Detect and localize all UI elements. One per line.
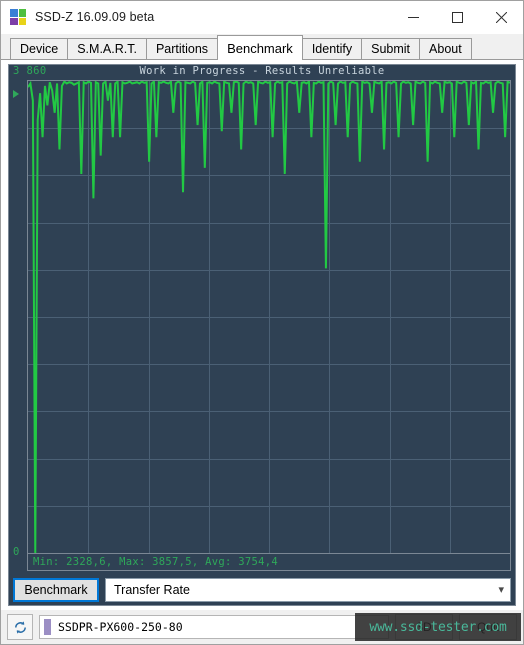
- minimize-icon[interactable]: [391, 1, 435, 33]
- plot-wrapper: 0: [13, 80, 511, 558]
- tab-device[interactable]: Device: [10, 38, 69, 59]
- tab-benchmark[interactable]: Benchmark: [217, 35, 303, 60]
- graph-title: Work in Progress - Results Unreliable: [139, 65, 385, 77]
- device-name-field[interactable]: SSDPR-PX600-250-80: [39, 615, 389, 639]
- tab-partitions[interactable]: Partitions: [145, 38, 219, 59]
- device-name-text: SSDPR-PX600-250-80: [58, 620, 183, 634]
- benchmark-controls: Benchmark Transfer Rate ▾: [13, 577, 511, 603]
- stats-bar: Min: 2328,6, Max: 3857,5, Avg: 3754,4: [27, 554, 511, 571]
- tab-smart[interactable]: S.M.A.R.T.: [67, 38, 147, 59]
- refresh-icon[interactable]: [7, 614, 33, 640]
- play-triangle-icon: [13, 90, 19, 98]
- tab-submit[interactable]: Submit: [361, 38, 421, 59]
- chevron-down-icon: ▾: [498, 583, 504, 596]
- benchmark-mode-select[interactable]: Transfer Rate ▾: [105, 578, 511, 602]
- app-window: SSD-Z 16.09.09 beta Device S.M.A.R.T. Pa…: [0, 0, 524, 645]
- maximize-icon[interactable]: [435, 1, 479, 33]
- quit-button[interactable]: Quit: [459, 614, 517, 640]
- stats-text: Min: 2328,6, Max: 3857,5, Avg: 3754,4: [33, 556, 278, 568]
- y-axis-min-label: 0: [13, 546, 20, 558]
- benchmark-mode-value: Transfer Rate: [114, 583, 190, 597]
- graph-header: 3 860 Work in Progress - Results Unrelia…: [9, 65, 515, 80]
- window-controls: [391, 1, 523, 33]
- tab-identify[interactable]: Identify: [301, 38, 363, 59]
- close-icon[interactable]: [479, 1, 523, 33]
- benchmark-run-button[interactable]: Benchmark: [13, 578, 99, 602]
- transfer-rate-trace: [28, 81, 510, 553]
- 3d-button[interactable]: 3D: [395, 614, 453, 640]
- window-title: SSD-Z 16.09.09 beta: [35, 10, 155, 24]
- plot-area[interactable]: [27, 80, 511, 554]
- status-bar: SSDPR-PX600-250-80 3D Quit www.ssd-teste…: [1, 610, 523, 644]
- tab-bar: Device S.M.A.R.T. Partitions Benchmark I…: [1, 34, 523, 60]
- device-color-chip: [44, 619, 51, 635]
- benchmark-dark-area: 3 860 Work in Progress - Results Unrelia…: [8, 64, 516, 606]
- title-bar: SSD-Z 16.09.09 beta: [1, 1, 523, 34]
- tab-about[interactable]: About: [419, 38, 472, 59]
- benchmark-panel: 3 860 Work in Progress - Results Unrelia…: [1, 60, 523, 610]
- app-grid-icon: [10, 9, 26, 25]
